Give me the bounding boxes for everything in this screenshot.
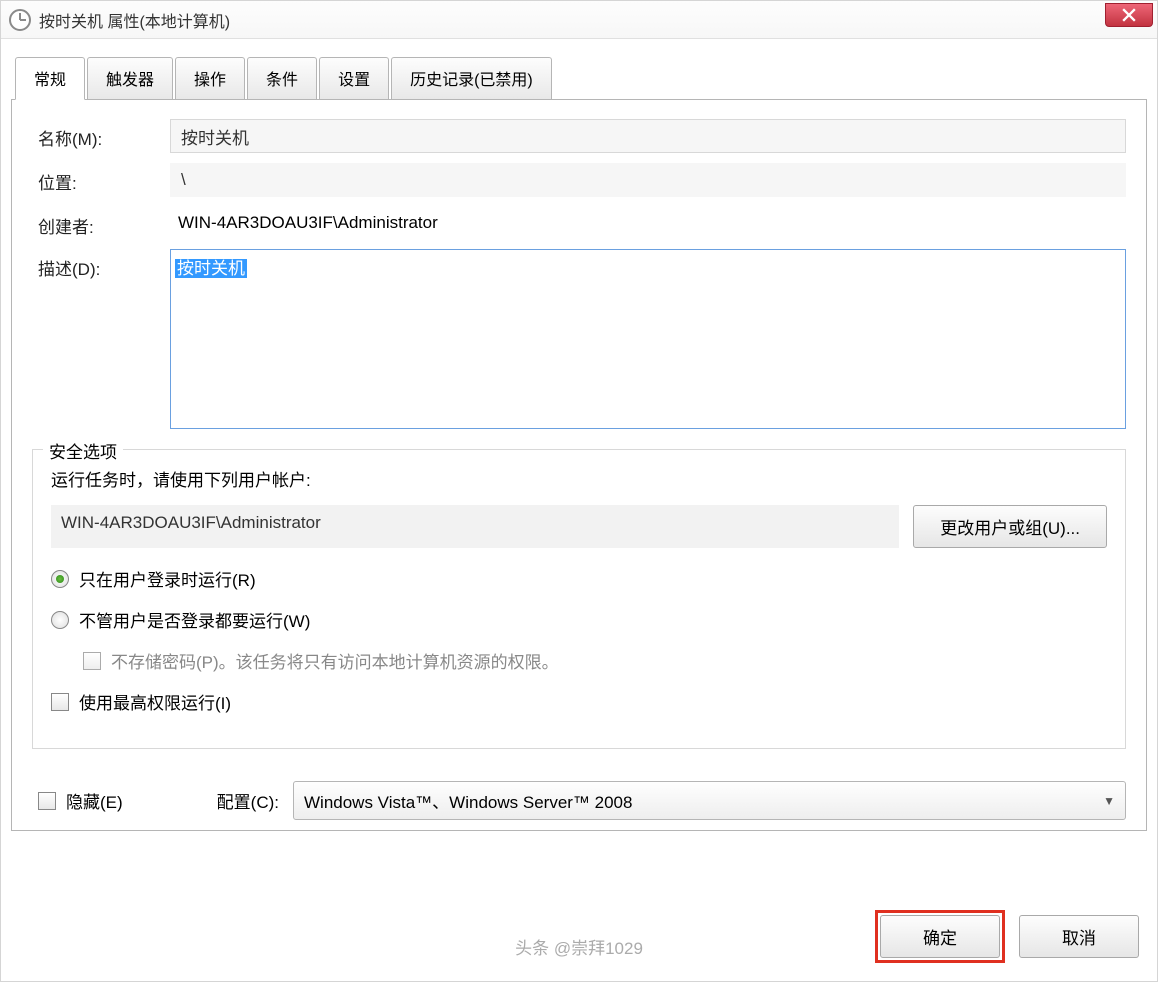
radio-any-label: 不管用户是否登录都要运行(W)	[79, 607, 310, 632]
titlebar: 按时关机 属性(本地计算机)	[1, 1, 1157, 39]
location-input	[170, 163, 1126, 197]
checkbox-highest-privileges[interactable]: 使用最高权限运行(I)	[51, 689, 1107, 714]
window-title: 按时关机 属性(本地计算机)	[39, 8, 230, 32]
change-user-button[interactable]: 更改用户或组(U)...	[913, 505, 1107, 548]
author-label: 创建者:	[38, 207, 158, 238]
author-value: WIN-4AR3DOAU3IF\Administrator	[170, 207, 1126, 239]
tab-actions[interactable]: 操作	[175, 57, 245, 99]
chevron-down-icon: ▼	[1103, 794, 1115, 808]
highest-priv-label: 使用最高权限运行(I)	[79, 689, 231, 714]
checkbox-icon	[83, 652, 101, 670]
tab-conditions[interactable]: 条件	[247, 57, 317, 99]
description-label: 描述(D):	[38, 249, 158, 280]
radio-logged-on-label: 只在用户登录时运行(R)	[79, 566, 256, 591]
configure-for-value: Windows Vista™、Windows Server™ 2008	[304, 788, 632, 813]
security-options-group: 安全选项 运行任务时，请使用下列用户帐户: WIN-4AR3DOAU3IF\Ad…	[32, 449, 1126, 749]
tab-history[interactable]: 历史记录(已禁用)	[391, 57, 552, 99]
radio-run-any-user[interactable]: 不管用户是否登录都要运行(W)	[51, 607, 1107, 632]
ok-button[interactable]: 确定	[880, 915, 1000, 958]
description-textarea[interactable]: 按时关机	[170, 249, 1126, 429]
content-area: 常规 触发器 操作 条件 设置 历史记录(已禁用) 名称(M): 位置: 创建者…	[11, 56, 1147, 901]
checkbox-icon	[38, 792, 56, 810]
dialog-buttons: 确定 取消	[875, 910, 1139, 963]
close-button[interactable]	[1105, 3, 1153, 27]
tab-general[interactable]: 常规	[15, 57, 85, 100]
general-form: 名称(M): 位置: 创建者: WIN-4AR3DOAU3IF\Administ…	[12, 99, 1146, 439]
no-password-label: 不存储密码(P)。该任务将只有访问本地计算机资源的权限。	[111, 648, 559, 673]
tab-panel-general: 名称(M): 位置: 创建者: WIN-4AR3DOAU3IF\Administ…	[11, 99, 1147, 831]
checkbox-icon	[51, 693, 69, 711]
account-display: WIN-4AR3DOAU3IF\Administrator	[51, 505, 899, 548]
close-icon	[1122, 8, 1136, 22]
configure-for-combobox[interactable]: Windows Vista™、Windows Server™ 2008 ▼	[293, 781, 1126, 820]
radio-icon	[51, 611, 69, 629]
checkbox-hidden[interactable]: 隐藏(E)	[38, 788, 123, 813]
radio-run-logged-on[interactable]: 只在用户登录时运行(R)	[51, 566, 1107, 591]
security-legend: 安全选项	[43, 438, 123, 463]
dialog-window: 按时关机 属性(本地计算机) 常规 触发器 操作 条件 设置 历史记录(已禁用)…	[0, 0, 1158, 982]
location-label: 位置:	[38, 163, 158, 194]
clock-icon	[9, 9, 31, 31]
cancel-button[interactable]: 取消	[1019, 915, 1139, 958]
checkbox-no-store-password: 不存储密码(P)。该任务将只有访问本地计算机资源的权限。	[83, 648, 1107, 673]
tab-settings[interactable]: 设置	[319, 57, 389, 99]
name-label: 名称(M):	[38, 119, 158, 150]
description-selected-text: 按时关机	[175, 259, 247, 278]
bottom-row: 隐藏(E) 配置(C): Windows Vista™、Windows Serv…	[12, 763, 1146, 830]
hidden-label: 隐藏(E)	[66, 788, 123, 813]
tab-triggers[interactable]: 触发器	[87, 57, 173, 99]
radio-icon	[51, 570, 69, 588]
name-input[interactable]	[170, 119, 1126, 153]
configure-for-label: 配置(C):	[217, 788, 279, 813]
watermark-text: 头条 @崇拜1029	[515, 934, 643, 959]
run-as-prompt: 运行任务时，请使用下列用户帐户:	[51, 466, 1107, 491]
ok-button-highlight: 确定	[875, 910, 1005, 963]
tab-strip: 常规 触发器 操作 条件 设置 历史记录(已禁用)	[11, 57, 1147, 100]
